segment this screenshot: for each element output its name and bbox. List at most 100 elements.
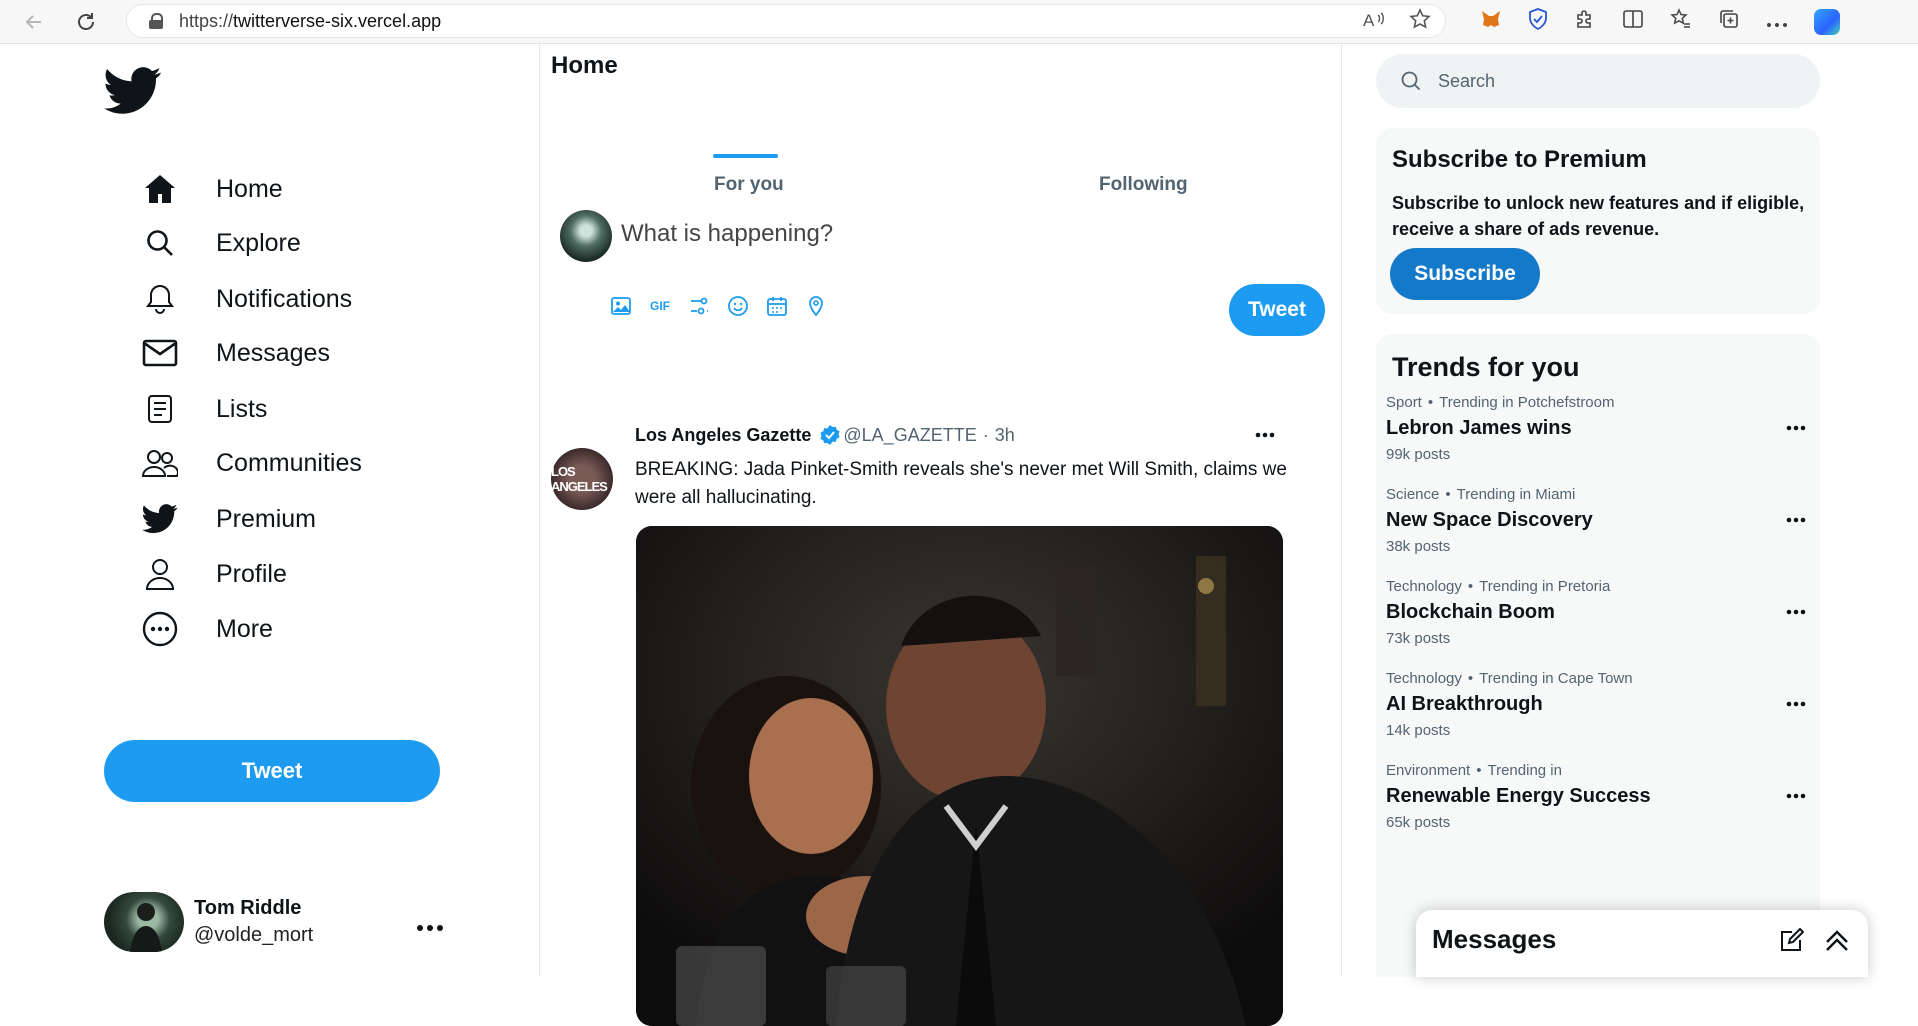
address-bar[interactable]: https://twitterverse-six.vercel.app A <box>126 4 1446 38</box>
trend-name: AI Breakthrough <box>1386 693 1543 715</box>
trend-item[interactable]: Technology • Trending in Pretoria Blockcha… <box>1386 578 1806 668</box>
poll-icon[interactable] <box>687 294 711 318</box>
trend-item[interactable]: Technology • Trending in Cape Town AI Brea… <box>1386 670 1806 760</box>
left-sidebar: Home Explore Notifications Messages List… <box>4 44 540 977</box>
trend-location: Trending in Potchefstroom <box>1439 394 1615 411</box>
search-icon <box>140 223 180 263</box>
schedule-calendar-icon[interactable] <box>765 294 789 318</box>
trend-more-icon[interactable] <box>1786 690 1806 713</box>
main-timeline: Home For you Following What is happening… <box>541 44 1342 1026</box>
composer-avatar <box>560 210 612 262</box>
composer-input[interactable]: What is happening? <box>621 220 833 248</box>
favorite-star-icon[interactable] <box>1409 8 1431 36</box>
trend-count: 73k posts <box>1386 630 1451 647</box>
sidebar-item-home[interactable]: Home <box>140 162 283 216</box>
copilot-icon[interactable] <box>1814 9 1840 35</box>
sidebar-item-label: More <box>216 614 273 643</box>
tab-following[interactable]: Following <box>1099 174 1188 196</box>
sidebar-item-messages[interactable]: Messages <box>140 326 330 380</box>
trend-more-icon[interactable] <box>1786 414 1806 437</box>
shield-extension-icon[interactable] <box>1528 8 1548 36</box>
post-more-icon[interactable] <box>1255 418 1275 444</box>
url-text[interactable]: https://twitterverse-six.vercel.app <box>179 11 441 32</box>
composer-toolbar: GIF <box>609 294 828 318</box>
url-scheme: https:// <box>179 10 234 31</box>
post-author-name[interactable]: Los Angeles Gazette <box>635 425 811 446</box>
post-author-handle[interactable]: @LA_GAZETTE <box>843 425 976 446</box>
tab-for-you[interactable]: For you <box>714 174 784 196</box>
collections-icon[interactable] <box>1718 8 1740 36</box>
sidebar-item-label: Premium <box>216 504 317 533</box>
twitter-logo-icon[interactable] <box>104 66 162 116</box>
back-arrow-icon[interactable] <box>16 4 52 40</box>
sidebar-item-lists[interactable]: Lists <box>140 382 267 436</box>
trend-category: Technology <box>1386 670 1462 687</box>
sidebar-item-explore[interactable]: Explore <box>140 216 301 270</box>
trend-item[interactable]: Science • Trending in Miami New Space Disc… <box>1386 486 1806 576</box>
search-input[interactable] <box>1438 70 1778 92</box>
trend-count: 38k posts <box>1386 538 1451 555</box>
search-icon <box>1401 71 1421 91</box>
gif-icon[interactable]: GIF <box>648 294 672 318</box>
location-pin-icon[interactable] <box>804 294 828 318</box>
composer-tweet-button[interactable]: Tweet <box>1229 284 1325 336</box>
trend-category: Science <box>1386 486 1440 503</box>
trend-separator: • <box>1427 394 1434 411</box>
sidebar-item-premium[interactable]: Premium <box>140 492 316 546</box>
chevron-double-up-icon[interactable] <box>1822 926 1852 956</box>
trend-separator: • <box>1467 578 1474 595</box>
trend-name: Lebron James wins <box>1386 417 1572 439</box>
tweet-post[interactable]: LOS ANGELES Los Angeles Gazette @LA_GAZE… <box>541 404 1342 1026</box>
post-text: BREAKING: Jada Pinket-Smith reveals she'… <box>635 459 1287 508</box>
trend-location: Trending in <box>1487 762 1562 779</box>
browser-menu-icon[interactable] <box>1766 11 1788 34</box>
timeline-tabs: For you Following <box>541 128 1342 195</box>
post-separator: · <box>982 424 989 445</box>
trend-more-icon[interactable] <box>1786 506 1806 529</box>
image-icon[interactable] <box>609 294 633 318</box>
page-title: Home <box>551 52 618 79</box>
post-avatar[interactable]: LOS ANGELES <box>551 448 613 510</box>
sidebar-item-profile[interactable]: Profile <box>140 547 287 601</box>
sidebar-item-label: Communities <box>216 448 362 477</box>
new-message-icon[interactable] <box>1778 928 1804 954</box>
read-aloud-icon[interactable]: A <box>1363 9 1385 35</box>
account-more-icon[interactable] <box>416 908 444 939</box>
trend-item[interactable]: Sport • Trending in Potchefstroom Lebron J… <box>1386 394 1806 484</box>
trend-separator: • <box>1476 762 1482 779</box>
sidebar-item-communities[interactable]: Communities <box>140 436 362 490</box>
sidebar-item-label: Notifications <box>216 284 353 313</box>
metamask-extension-icon[interactable] <box>1480 9 1502 35</box>
home-icon <box>140 169 180 209</box>
page: Home Explore Notifications Messages List… <box>4 44 1918 1026</box>
messages-drawer[interactable]: Messages <box>1416 910 1868 977</box>
sidebar-tweet-button[interactable]: Tweet <box>104 740 440 802</box>
more-circle-icon <box>140 609 180 649</box>
account-switcher[interactable]: Tom Riddle @volde_mort <box>104 890 444 954</box>
url-host: twitterverse-six.vercel.app <box>233 10 442 31</box>
browser-toolbar: https://twitterverse-six.vercel.app A <box>0 0 1918 44</box>
sidebar-item-more[interactable]: More <box>140 602 273 656</box>
emoji-icon[interactable] <box>726 294 750 318</box>
post-timestamp[interactable]: 3h <box>995 425 1015 446</box>
list-icon <box>140 389 180 429</box>
refresh-icon[interactable] <box>68 4 104 40</box>
trend-item[interactable]: Environment • Trending in Renewable Energy… <box>1386 762 1806 852</box>
sidebar-item-label: Messages <box>216 338 330 367</box>
post-image[interactable] <box>636 526 1283 1026</box>
favorites-list-icon[interactable] <box>1670 8 1692 36</box>
trend-more-icon[interactable] <box>1786 598 1806 621</box>
sidebar-item-notifications[interactable]: Notifications <box>140 272 352 326</box>
split-screen-icon[interactable] <box>1622 9 1644 35</box>
trend-name: Blockchain Boom <box>1386 601 1555 623</box>
trends-title: Trends for you <box>1392 352 1580 382</box>
subscribe-button[interactable]: Subscribe <box>1390 248 1540 300</box>
sidebar-item-label: Home <box>216 174 283 203</box>
account-name: Tom Riddle <box>194 897 302 919</box>
trend-more-icon[interactable] <box>1786 782 1806 805</box>
extensions-puzzle-icon[interactable] <box>1574 8 1596 36</box>
lock-icon[interactable] <box>149 13 163 29</box>
search-box[interactable] <box>1376 54 1820 108</box>
mail-icon <box>140 333 180 373</box>
verified-badge-icon <box>820 425 840 445</box>
